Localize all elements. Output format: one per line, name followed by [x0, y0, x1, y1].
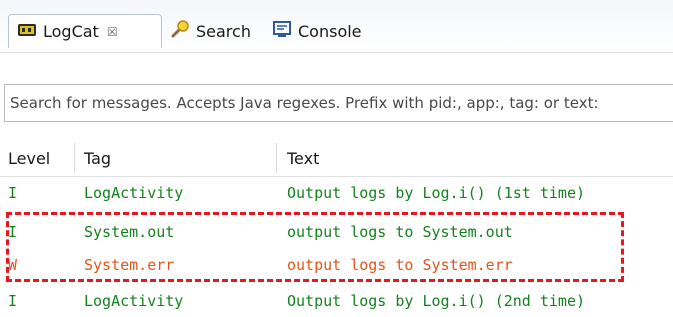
log-row[interactable]: I LogActivity Output logs by Log.i() (1s…	[0, 179, 673, 209]
log-level: I	[8, 292, 18, 310]
close-icon[interactable]: ☒	[107, 25, 118, 39]
tab-console-label: Console	[298, 21, 362, 41]
column-header-tag[interactable]: Tag	[84, 149, 111, 168]
tab-search[interactable]: Search	[170, 14, 251, 48]
log-tag: LogActivity	[84, 184, 184, 202]
column-header-level[interactable]: Level	[8, 149, 50, 168]
tab-console[interactable]: Console	[272, 14, 362, 48]
column-divider[interactable]	[74, 143, 75, 173]
log-level: I	[8, 184, 18, 202]
log-text: Output logs by Log.i() (2nd time)	[287, 292, 586, 310]
column-divider[interactable]	[276, 143, 277, 173]
logcat-search-input[interactable]: Search for messages. Accepts Java regexe…	[4, 84, 673, 122]
log-table-header: Level Tag Text	[0, 140, 673, 177]
column-header-text[interactable]: Text	[287, 149, 319, 168]
tab-logcat-label: LogCat	[43, 22, 99, 41]
highlight-annotation-box	[6, 212, 624, 282]
log-text: Output logs by Log.i() (1st time)	[287, 184, 586, 202]
log-tag: LogActivity	[84, 292, 184, 310]
tab-logcat[interactable]: LogCat ☒	[8, 14, 162, 48]
search-icon	[170, 19, 190, 43]
console-icon	[272, 20, 292, 42]
view-tab-bar: LogCat ☒ Search Console	[0, 0, 673, 53]
logcat-icon	[17, 22, 37, 42]
tab-search-label: Search	[196, 21, 251, 41]
